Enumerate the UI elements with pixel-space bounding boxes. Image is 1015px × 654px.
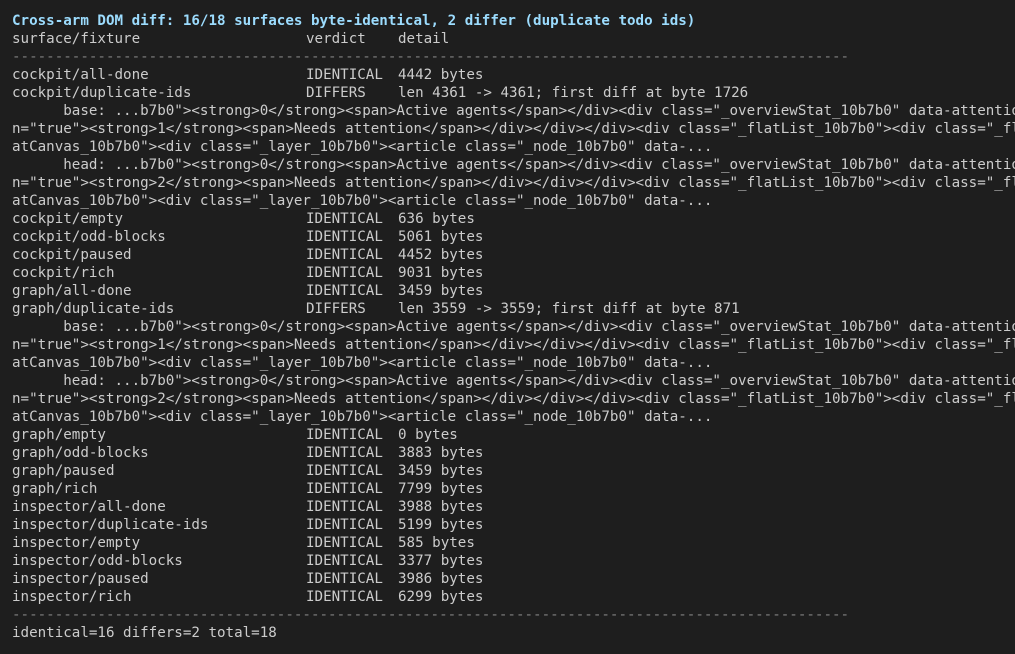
row-verdict: IDENTICAL bbox=[306, 571, 383, 587]
table-row: inspector/rich IDENTICAL 6299 bytes bbox=[12, 588, 1015, 606]
row-surface: cockpit/odd-blocks bbox=[12, 229, 166, 245]
row-detail: 5199 bytes bbox=[398, 517, 484, 533]
diff-head-line: n="true"><strong>2</strong><span>Needs a… bbox=[12, 391, 1015, 407]
table-row: graph/paused IDENTICAL 3459 bytes bbox=[12, 462, 1015, 480]
row-surface: graph/rich bbox=[12, 481, 98, 497]
row-detail: 3459 bytes bbox=[398, 283, 484, 299]
diff-base-line: base: ...b7b0"><strong>0</strong><span>A… bbox=[12, 103, 1015, 119]
diff-base-line: base: ...b7b0"><strong>0</strong><span>A… bbox=[12, 319, 1015, 335]
row-verdict: IDENTICAL bbox=[306, 463, 383, 479]
row-surface: graph/all-done bbox=[12, 283, 132, 299]
row-verdict: IDENTICAL bbox=[306, 517, 383, 533]
table-header: surface/fixture verdict detail bbox=[12, 30, 1015, 48]
diff-head-line: head: ...b7b0"><strong>0</strong><span>A… bbox=[12, 157, 1015, 173]
row-surface: inspector/paused bbox=[12, 571, 149, 587]
diff-head-line: atCanvas_10b7b0"><div class="_layer_10b7… bbox=[12, 193, 713, 209]
header-surface: surface/fixture bbox=[12, 31, 141, 47]
table-row: graph/duplicate-ids DIFFERS len 3559 -> 35… bbox=[12, 300, 1015, 318]
row-surface: graph/empty bbox=[12, 427, 106, 443]
diff-base-line: atCanvas_10b7b0"><div class="_layer_10b7… bbox=[12, 139, 713, 155]
table-row: graph/all-done IDENTICAL 3459 bytes bbox=[12, 282, 1015, 300]
diff-base-line: atCanvas_10b7b0"><div class="_layer_10b7… bbox=[12, 355, 713, 371]
row-detail: 3988 bytes bbox=[398, 499, 484, 515]
row-detail: 5061 bytes bbox=[398, 229, 484, 245]
report-title: Cross-arm DOM diff: 16/18 surfaces byte-… bbox=[12, 13, 696, 29]
row-verdict: IDENTICAL bbox=[306, 265, 383, 281]
row-detail: 6299 bytes bbox=[398, 589, 484, 605]
row-detail: 3883 bytes bbox=[398, 445, 484, 461]
row-verdict: IDENTICAL bbox=[306, 535, 383, 551]
table-row: inspector/empty IDENTICAL 585 bytes bbox=[12, 534, 1015, 552]
table-row: inspector/duplicate-ids IDENTICAL 5199 byt… bbox=[12, 516, 1015, 534]
row-detail: 3377 bytes bbox=[398, 553, 484, 569]
row-detail: 4442 bytes bbox=[398, 67, 484, 83]
row-surface: graph/duplicate-ids bbox=[12, 301, 175, 317]
summary-line: identical=16 differs=2 total=18 bbox=[12, 625, 277, 641]
header-verdict: verdict bbox=[306, 31, 366, 47]
row-verdict: IDENTICAL bbox=[306, 445, 383, 461]
table-row: cockpit/duplicate-ids DIFFERS len 4361 -> … bbox=[12, 84, 1015, 102]
diff-head-line: atCanvas_10b7b0"><div class="_layer_10b7… bbox=[12, 409, 713, 425]
row-verdict: IDENTICAL bbox=[306, 553, 383, 569]
row-detail: 3459 bytes bbox=[398, 463, 484, 479]
row-surface: graph/paused bbox=[12, 463, 115, 479]
row-verdict: IDENTICAL bbox=[306, 499, 383, 515]
row-detail: 7799 bytes bbox=[398, 481, 484, 497]
divider-top: ----------------------------------------… bbox=[12, 49, 850, 65]
table-row: inspector/all-done IDENTICAL 3988 bytes bbox=[12, 498, 1015, 516]
row-surface: cockpit/all-done bbox=[12, 67, 149, 83]
row-surface: inspector/duplicate-ids bbox=[12, 517, 209, 533]
row-surface: inspector/empty bbox=[12, 535, 141, 551]
row-verdict: IDENTICAL bbox=[306, 211, 383, 227]
table-row: cockpit/all-done IDENTICAL 4442 bytes bbox=[12, 66, 1015, 84]
divider-bottom: ----------------------------------------… bbox=[12, 607, 850, 623]
diff-head-line: n="true"><strong>2</strong><span>Needs a… bbox=[12, 175, 1015, 191]
diff-base-line: n="true"><strong>1</strong><span>Needs a… bbox=[12, 337, 1015, 353]
row-detail: len 3559 -> 3559; first diff at byte 871 bbox=[398, 301, 740, 317]
row-detail: 3986 bytes bbox=[398, 571, 484, 587]
row-surface: cockpit/rich bbox=[12, 265, 115, 281]
table-row: graph/rich IDENTICAL 7799 bytes bbox=[12, 480, 1015, 498]
row-surface: inspector/odd-blocks bbox=[12, 553, 183, 569]
diff-head-line: head: ...b7b0"><strong>0</strong><span>A… bbox=[12, 373, 1015, 389]
row-detail: len 4361 -> 4361; first diff at byte 172… bbox=[398, 85, 749, 101]
row-verdict: IDENTICAL bbox=[306, 481, 383, 497]
table-row: inspector/paused IDENTICAL 3986 bytes bbox=[12, 570, 1015, 588]
row-verdict: DIFFERS bbox=[306, 301, 366, 317]
row-surface: inspector/rich bbox=[12, 589, 132, 605]
row-detail: 9031 bytes bbox=[398, 265, 484, 281]
row-verdict: IDENTICAL bbox=[306, 589, 383, 605]
row-verdict: IDENTICAL bbox=[306, 427, 383, 443]
row-verdict: IDENTICAL bbox=[306, 67, 383, 83]
row-surface: graph/odd-blocks bbox=[12, 445, 149, 461]
row-verdict: IDENTICAL bbox=[306, 247, 383, 263]
table-row: cockpit/paused IDENTICAL 4452 bytes bbox=[12, 246, 1015, 264]
table-row: graph/empty IDENTICAL 0 bytes bbox=[12, 426, 1015, 444]
row-surface: cockpit/paused bbox=[12, 247, 132, 263]
row-surface: cockpit/empty bbox=[12, 211, 124, 227]
table-row: cockpit/rich IDENTICAL 9031 bytes bbox=[12, 264, 1015, 282]
terminal-output: Cross-arm DOM diff: 16/18 surfaces byte-… bbox=[0, 0, 1015, 654]
table-row: cockpit/empty IDENTICAL 636 bytes bbox=[12, 210, 1015, 228]
table-row: cockpit/odd-blocks IDENTICAL 5061 bytes bbox=[12, 228, 1015, 246]
row-verdict: IDENTICAL bbox=[306, 283, 383, 299]
row-detail: 585 bytes bbox=[398, 535, 475, 551]
row-detail: 4452 bytes bbox=[398, 247, 484, 263]
table-row: inspector/odd-blocks IDENTICAL 3377 bytes bbox=[12, 552, 1015, 570]
diff-base-line: n="true"><strong>1</strong><span>Needs a… bbox=[12, 121, 1015, 137]
header-detail: detail bbox=[398, 31, 450, 47]
row-verdict: IDENTICAL bbox=[306, 229, 383, 245]
table-row: graph/odd-blocks IDENTICAL 3883 bytes bbox=[12, 444, 1015, 462]
row-verdict: DIFFERS bbox=[306, 85, 366, 101]
row-surface: cockpit/duplicate-ids bbox=[12, 85, 192, 101]
row-surface: inspector/all-done bbox=[12, 499, 166, 515]
row-detail: 636 bytes bbox=[398, 211, 475, 227]
row-detail: 0 bytes bbox=[398, 427, 458, 443]
